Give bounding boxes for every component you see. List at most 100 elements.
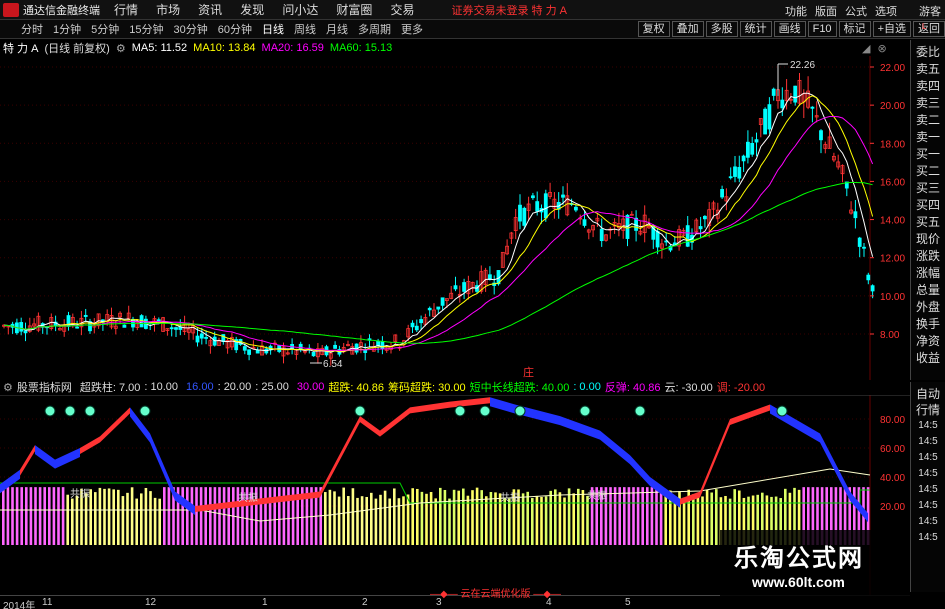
quote-header[interactable]: 行情 xyxy=(911,402,945,418)
indicator-bar xyxy=(393,488,396,545)
menu-item-ask[interactable]: 问小达 xyxy=(282,3,318,17)
menu-item-news[interactable]: 资讯 xyxy=(198,3,222,17)
tab-30min[interactable]: 30分钟 xyxy=(169,21,213,37)
candle-body xyxy=(853,211,858,219)
time-label: 2 xyxy=(362,597,368,608)
quote-row-buy1: 买一 xyxy=(915,147,940,161)
axis-tick-label: 18.00 xyxy=(880,139,905,150)
signal-marker-icon xyxy=(84,405,96,417)
mark-button[interactable]: 标记 xyxy=(838,21,871,37)
tab-60min[interactable]: 60分钟 xyxy=(213,21,257,37)
tab-weekly[interactable]: 周线 xyxy=(289,21,321,37)
indicator-bar xyxy=(48,487,51,545)
time-label: 5 xyxy=(625,597,631,608)
indicator-bar xyxy=(448,498,451,545)
menu-options[interactable]: 选项 xyxy=(875,3,897,19)
adjust-button[interactable]: 复权 xyxy=(637,21,670,37)
ribbon-segment xyxy=(490,397,515,414)
axis-tick-label: 20.00 xyxy=(880,502,905,513)
indicator-bar xyxy=(480,490,483,545)
indicator-bar xyxy=(333,491,336,545)
indicator-bar xyxy=(38,487,42,545)
indicator-bar xyxy=(374,498,378,545)
tab-multi-period[interactable]: 多周期 xyxy=(353,21,396,37)
indicator-settings-icon[interactable]: ⚙ xyxy=(3,381,13,394)
candle-body xyxy=(174,327,178,330)
axis-tick-label: 22.00 xyxy=(880,63,905,74)
indicator-bar xyxy=(195,487,198,545)
stock-name: 特 力 A xyxy=(3,43,39,55)
indicator-bar xyxy=(618,487,621,545)
multi-stock-button[interactable]: 多股 xyxy=(705,21,738,37)
time-label: 2014年 xyxy=(3,601,36,609)
ribbon-segment xyxy=(560,416,600,440)
site-watermark: 乐淘公式网 www.60lt.com xyxy=(720,530,910,598)
settings-icon[interactable]: ⚙ xyxy=(116,42,126,55)
menu-item-discover[interactable]: 发现 xyxy=(240,3,264,17)
auto-header[interactable]: 自动 xyxy=(911,386,945,402)
indicator-name[interactable]: 股票指标网 xyxy=(17,379,72,395)
candle-body xyxy=(195,335,200,343)
indicator-bar xyxy=(494,492,497,545)
stats-button[interactable]: 统计 xyxy=(739,21,772,37)
menu-item-wealth[interactable]: 财富圈 xyxy=(336,3,372,17)
minimize-icon[interactable]: ◢ xyxy=(862,43,870,55)
draw-line-button[interactable]: 画线 xyxy=(773,21,806,37)
indicator-bar xyxy=(682,497,686,545)
indicator-bar xyxy=(650,487,654,545)
add-watchlist-button[interactable]: +自选 xyxy=(872,21,911,37)
candle-body xyxy=(311,351,316,357)
indicator-bar xyxy=(190,487,194,545)
indicator-value: 超跌柱: 7.00 xyxy=(79,382,141,394)
f10-button[interactable]: F10 xyxy=(807,21,837,37)
indicator-value: 30.00 xyxy=(296,381,325,393)
indicator-bar xyxy=(66,494,69,545)
quote-row-sell1: 卖一 xyxy=(915,130,940,144)
quote-row-net-assets: 净资 xyxy=(915,334,940,348)
menu-function[interactable]: 功能 xyxy=(785,3,807,19)
tab-5min[interactable]: 5分钟 xyxy=(86,21,124,37)
quote-row-buy2: 买二 xyxy=(915,164,940,178)
candle-body xyxy=(720,189,724,198)
price-chart[interactable]: 22.0020.0018.0016.0014.0012.0010.008.00 … xyxy=(0,56,910,380)
main-menu: 行情 市场 资讯 发现 问小达 财富圈 交易 xyxy=(114,1,429,18)
indicator-bar xyxy=(521,493,525,545)
overlay-button[interactable]: 叠加 xyxy=(671,21,704,37)
axis-tick-label: 14.00 xyxy=(880,216,905,227)
candle-body xyxy=(376,340,381,346)
ma-info-bar: 特 力 A (日线 前复权) ⚙ MA5: 11.52 MA10: 13.84 … xyxy=(0,40,910,56)
indicator-bar xyxy=(609,487,612,545)
tab-intraday[interactable]: 分时 xyxy=(16,21,48,37)
menu-item-market[interactable]: 市场 xyxy=(156,3,180,17)
candle-body xyxy=(255,349,260,354)
indicator-bar xyxy=(213,487,217,545)
menu-guest[interactable]: 游客 xyxy=(919,3,941,19)
indicator-value: : 20.00 xyxy=(217,381,252,393)
indicator-bar xyxy=(222,487,226,545)
indicator-bar xyxy=(94,492,97,545)
tab-more[interactable]: 更多 xyxy=(396,21,428,37)
menu-formula[interactable]: 公式 xyxy=(845,3,867,19)
indicator-bar xyxy=(209,487,212,545)
candle-body xyxy=(414,325,419,331)
login-alert[interactable]: 证券交易未登录 特 力 A xyxy=(451,2,567,18)
candle-body xyxy=(242,346,247,351)
indicator-bar xyxy=(425,493,428,545)
tab-1min[interactable]: 1分钟 xyxy=(48,21,86,37)
indicator-bar xyxy=(273,487,276,545)
indicator-bar xyxy=(475,487,479,545)
quote-row-sell5: 卖五 xyxy=(915,62,940,76)
menu-layout[interactable]: 版面 xyxy=(815,3,837,19)
tab-daily[interactable]: 日线 xyxy=(257,21,289,37)
tab-monthly[interactable]: 月线 xyxy=(321,21,353,37)
indicator-bar xyxy=(199,487,203,545)
close-icon[interactable]: ⊗ xyxy=(878,43,887,55)
tab-15min[interactable]: 15分钟 xyxy=(124,21,168,37)
menu-item-trade[interactable]: 交易 xyxy=(390,3,414,17)
candle-body xyxy=(518,204,522,222)
candle-body xyxy=(737,167,742,179)
menu-item-quotes[interactable]: 行情 xyxy=(114,3,138,17)
back-button[interactable]: 返回 xyxy=(913,21,945,37)
indicator-bar xyxy=(701,496,704,545)
tick-time: 14:5 xyxy=(918,452,938,463)
